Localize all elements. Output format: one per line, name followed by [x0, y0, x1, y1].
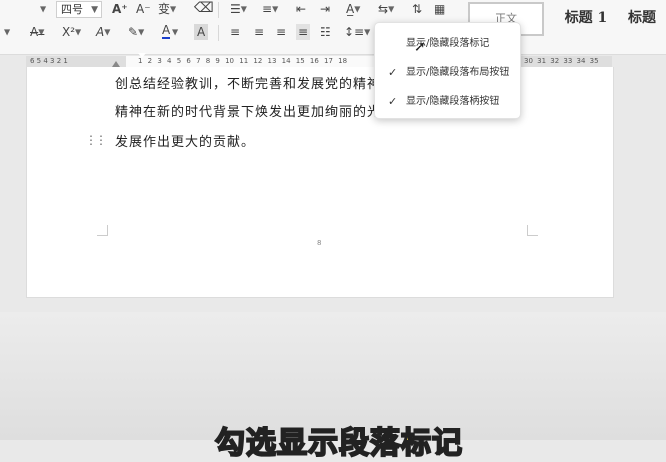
menu-item-label: 显示/隐藏段落布局按钮 — [406, 67, 510, 78]
chinese-layout-icon[interactable]: A̲▼ — [346, 1, 360, 18]
ruler-main-numbers: 1 2 3 4 5 6 7 8 9 10 11 12 13 14 15 16 1… — [138, 57, 348, 65]
style-heading[interactable]: 标题 — [628, 0, 666, 36]
menu-item-show-paragraph-marks[interactable]: 显示/隐藏段落标记 — [375, 30, 520, 58]
document-page[interactable]: 创总结经验教训，不断完善和发展党的精神 精神在新的时代背景下焕发出更加绚丽的光 … — [26, 67, 614, 298]
margin-corner-marker — [527, 225, 538, 236]
text-effect-icon[interactable]: A▼ — [96, 24, 110, 41]
first-line-indent-marker[interactable] — [138, 53, 146, 58]
eraser-icon[interactable]: ⌫ — [194, 0, 214, 16]
margin-corner-marker — [97, 225, 108, 236]
style-heading-1[interactable]: 标题 1 — [548, 0, 624, 36]
menu-item-show-handle-button[interactable]: ✓ 显示/隐藏段落柄按钮 — [375, 88, 520, 116]
video-subtitle: 勾选显示段落标记 — [214, 425, 463, 462]
superscript-icon[interactable]: X²▼ — [62, 24, 81, 41]
drag-handle-icon[interactable]: ⋮⋮ — [85, 133, 107, 147]
align-left-icon[interactable]: ≡ — [230, 24, 240, 40]
increase-indent-icon[interactable]: ⇥ — [320, 1, 330, 17]
highlight-icon[interactable]: ✎▼ — [128, 24, 144, 41]
underline-icon[interactable]: ▼ — [4, 24, 10, 41]
align-right-icon[interactable]: ≡ — [276, 24, 286, 40]
divider — [218, 25, 219, 41]
font-size-select[interactable]: 四号 ▼ — [56, 1, 102, 18]
ribbon-toolbar: ▼ 四号 ▼ A⁺ A⁻ 变▼ ⌫ ☰▼ ≡▼ ⇤ ⇥ A̲▼ ⇆▼ ⇅ ▦ ▼… — [0, 0, 666, 55]
text-direction-icon[interactable]: ⇆▼ — [378, 1, 394, 18]
chevron-down-icon[interactable]: ▼ — [172, 24, 178, 41]
mouse-cursor-icon: ➚ — [414, 39, 426, 55]
sort-icon[interactable]: ⇅ — [412, 1, 422, 17]
paragraph-line-3: 发展作出更大的贡献。 — [115, 135, 256, 150]
check-icon: ✓ — [388, 95, 398, 108]
char-shading-icon[interactable]: A — [194, 24, 209, 40]
ruler-right-numbers: 30 31 32 33 34 35 — [524, 57, 599, 65]
pinyin-icon[interactable]: 变▼ — [158, 1, 176, 18]
line-spacing-icon[interactable]: ↕≡▼ — [344, 24, 370, 41]
numbered-list-icon[interactable]: ≡▼ — [262, 1, 278, 18]
chevron-down-icon[interactable]: ▼ — [40, 1, 46, 18]
horizontal-ruler[interactable]: 6 5 4 3 2 1 1 2 3 4 5 6 7 8 9 10 11 12 1… — [26, 53, 612, 67]
page-number: 8 — [317, 239, 322, 247]
style-heading-1-label: 标题 1 — [564, 10, 608, 26]
divider — [218, 2, 219, 18]
menu-item-label: 显示/隐藏段落柄按钮 — [406, 96, 500, 107]
paragraph-line-2: 精神在新的时代背景下焕发出更加绚丽的光 — [115, 105, 382, 120]
menu-item-show-layout-button[interactable]: ✓ 显示/隐藏段落布局按钮 — [375, 59, 520, 87]
style-heading-label: 标题 — [628, 10, 656, 26]
paragraph-line-1: 创总结经验教训，不断完善和发展党的精神 — [115, 77, 382, 92]
distributed-icon[interactable]: ☷ — [320, 24, 331, 40]
bullet-list-icon[interactable]: ☰▼ — [230, 1, 247, 18]
font-color-icon[interactable]: A — [162, 24, 171, 39]
increase-font-icon[interactable]: A⁺ — [112, 1, 128, 17]
align-center-icon[interactable]: ≡ — [254, 24, 264, 40]
ruler-left-numbers: 6 5 4 3 2 1 — [30, 57, 68, 65]
chevron-down-icon: ▼ — [91, 5, 98, 15]
table-icon[interactable]: ▦ — [434, 1, 445, 17]
strikethrough-icon[interactable]: A▼ — [30, 24, 44, 41]
decrease-indent-icon[interactable]: ⇤ — [296, 1, 306, 17]
paragraph-mark-dropdown: 显示/隐藏段落标记 ✓ 显示/隐藏段落布局按钮 ✓ 显示/隐藏段落柄按钮 — [374, 22, 521, 119]
justify-icon[interactable]: ≡ — [296, 24, 311, 40]
check-icon: ✓ — [388, 66, 398, 79]
decrease-font-icon[interactable]: A⁻ — [136, 1, 151, 17]
font-size-value: 四号 — [61, 3, 83, 16]
